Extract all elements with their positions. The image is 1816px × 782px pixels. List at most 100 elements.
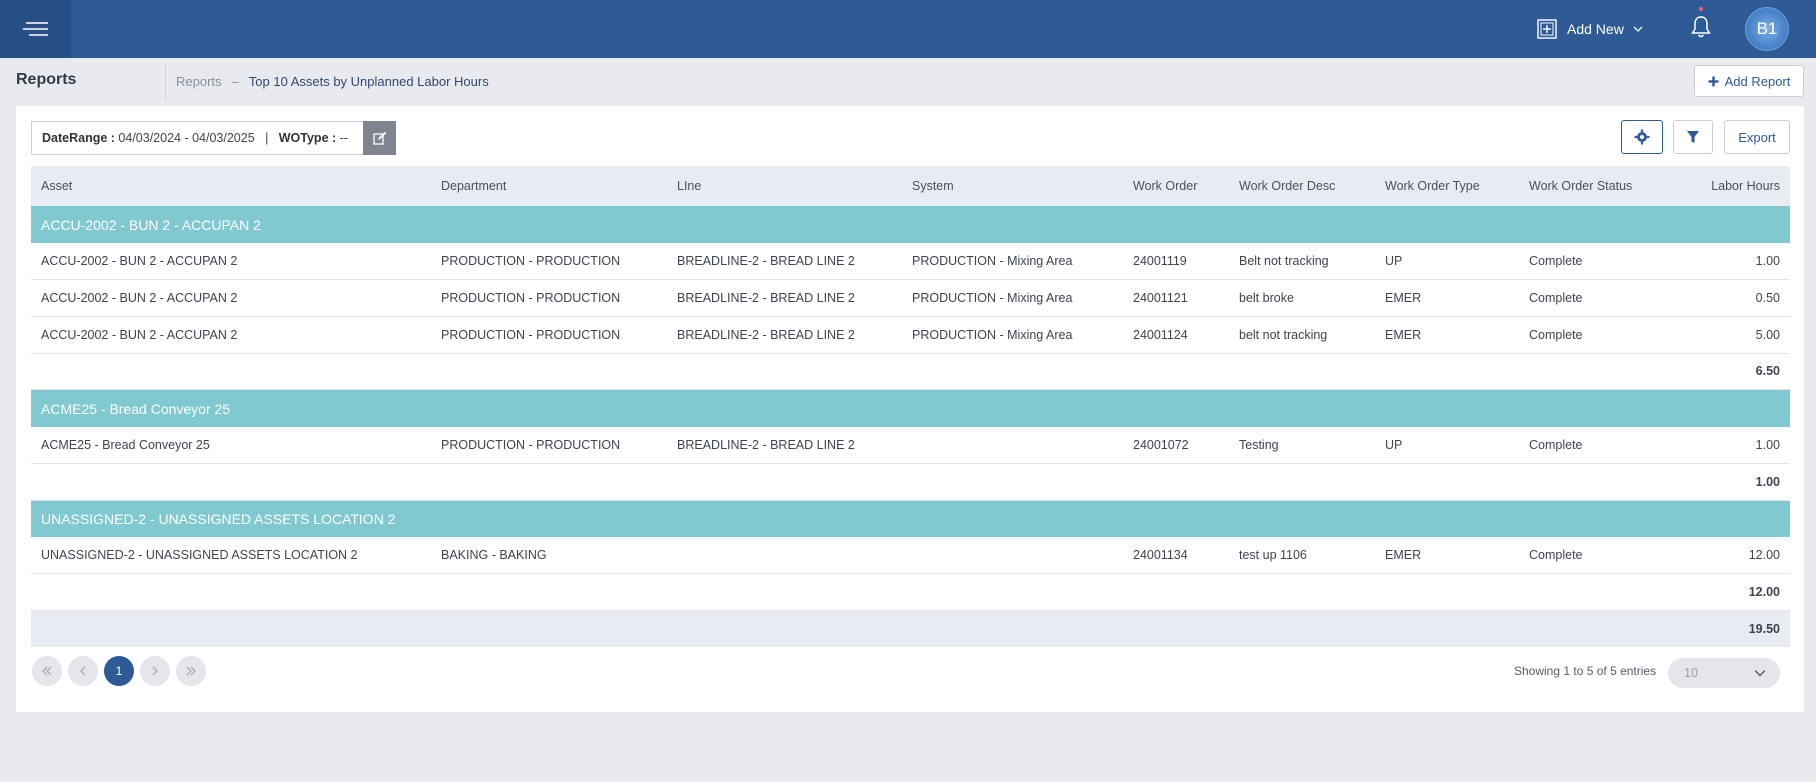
cell-asset: ACME25 - Bread Conveyor 25 xyxy=(31,426,431,464)
cell-department: PRODUCTION - PRODUCTION xyxy=(431,316,667,354)
grand-total-row: 19.50 xyxy=(31,610,1790,647)
subtotal-value: 12.00 xyxy=(1687,573,1790,611)
cell-line: BREADLINE-2 - BREAD LINE 2 xyxy=(667,426,902,464)
cell-line: BREADLINE-2 - BREAD LINE 2 xyxy=(667,316,902,354)
hamburger-icon xyxy=(22,22,48,36)
grand-total-value: 19.50 xyxy=(1687,610,1790,647)
cell-labor-hours: 12.00 xyxy=(1687,537,1790,575)
cell-line: BREADLINE-2 - BREAD LINE 2 xyxy=(667,279,902,317)
last-page-button[interactable] xyxy=(176,656,206,686)
column-header[interactable]: System xyxy=(902,166,1123,206)
cell-department: BAKING - BAKING xyxy=(431,537,667,575)
table-row: ACCU-2002 - BUN 2 - ACCUPAN 2 PRODUCTION… xyxy=(31,316,1790,354)
column-header[interactable]: Asset xyxy=(31,166,431,206)
date-range-value: 04/03/2024 - 04/03/2025 xyxy=(118,131,255,145)
avatar[interactable]: B1 xyxy=(1745,7,1789,51)
cell-asset: ACCU-2002 - BUN 2 - ACCUPAN 2 xyxy=(31,316,431,354)
add-box-icon xyxy=(1537,19,1557,39)
cell-system: PRODUCTION - Mixing Area xyxy=(902,316,1123,354)
group-row: UNASSIGNED-2 - UNASSIGNED ASSETS LOCATIO… xyxy=(31,500,1790,538)
table-row: ACCU-2002 - BUN 2 - ACCUPAN 2 PRODUCTION… xyxy=(31,243,1790,281)
chevron-down-icon xyxy=(1754,670,1766,677)
cell-asset: UNASSIGNED-2 - UNASSIGNED ASSETS LOCATIO… xyxy=(31,537,431,575)
group-row: ACCU-2002 - BUN 2 - ACCUPAN 2 xyxy=(31,206,1790,243)
column-header[interactable]: Labor Hours xyxy=(1687,166,1790,206)
cell-wo-desc: test up 1106 xyxy=(1229,537,1375,575)
cell-asset: ACCU-2002 - BUN 2 - ACCUPAN 2 xyxy=(31,243,431,281)
filter-summary: DateRange : 04/03/2024 - 04/03/2025 | WO… xyxy=(31,121,396,155)
breadcrumb: Reports – Top 10 Assets by Unplanned Lab… xyxy=(176,74,489,89)
double-chevron-right-icon xyxy=(186,666,196,676)
report-card: DateRange : 04/03/2024 - 04/03/2025 | WO… xyxy=(16,106,1804,712)
chevron-right-icon xyxy=(152,666,158,676)
breadcrumb-reports-link[interactable]: Reports xyxy=(176,74,222,89)
page-number-button[interactable]: 1 xyxy=(104,656,134,686)
hamburger-menu-button[interactable] xyxy=(0,0,71,58)
cell-labor-hours: 0.50 xyxy=(1687,279,1790,317)
subtotal-row: 6.50 xyxy=(31,353,1790,391)
cell-wo-type: EMER xyxy=(1375,316,1519,354)
filter-separator: | xyxy=(265,131,269,145)
wo-type-value: -- xyxy=(339,131,348,145)
bell-icon[interactable] xyxy=(1689,14,1713,40)
column-header[interactable]: LIne xyxy=(667,166,902,206)
cell-labor-hours: 5.00 xyxy=(1687,316,1790,354)
cell-wo-type: UP xyxy=(1375,243,1519,281)
entries-summary: Showing 1 to 5 of 5 entries xyxy=(1514,664,1657,678)
cell-department: PRODUCTION - PRODUCTION xyxy=(431,279,667,317)
group-label: ACCU-2002 - BUN 2 - ACCUPAN 2 xyxy=(31,206,1790,243)
filter-button[interactable] xyxy=(1673,120,1713,154)
page-size-select[interactable]: 10 xyxy=(1668,658,1780,688)
cell-labor-hours: 1.00 xyxy=(1687,243,1790,281)
cell-work-order: 24001134 xyxy=(1123,537,1229,575)
edit-filter-button[interactable] xyxy=(363,121,396,155)
table-row: ACME25 - Bread Conveyor 25 PRODUCTION - … xyxy=(31,426,1790,464)
table-row: UNASSIGNED-2 - UNASSIGNED ASSETS LOCATIO… xyxy=(31,537,1790,575)
cell-work-order: 24001121 xyxy=(1123,279,1229,317)
column-header[interactable]: Department xyxy=(431,166,667,206)
cell-wo-desc: Belt not tracking xyxy=(1229,243,1375,281)
cell-department: PRODUCTION - PRODUCTION xyxy=(431,243,667,281)
cell-system xyxy=(902,426,1123,464)
first-page-button[interactable] xyxy=(32,656,62,686)
funnel-icon xyxy=(1687,131,1699,143)
cell-system: PRODUCTION - Mixing Area xyxy=(902,243,1123,281)
cell-labor-hours: 1.00 xyxy=(1687,426,1790,464)
wo-type-label: WOType : xyxy=(278,131,337,145)
settings-button[interactable] xyxy=(1621,120,1663,154)
export-button[interactable]: Export xyxy=(1724,120,1790,154)
table-row: ACCU-2002 - BUN 2 - ACCUPAN 2 PRODUCTION… xyxy=(31,279,1790,317)
breadcrumb-current: Top 10 Assets by Unplanned Labor Hours xyxy=(248,74,489,89)
add-report-button[interactable]: Add Report xyxy=(1694,65,1804,97)
cell-work-order: 24001124 xyxy=(1123,316,1229,354)
column-header[interactable]: Work Order Type xyxy=(1375,166,1519,206)
column-header[interactable]: Work Order Desc xyxy=(1229,166,1375,206)
add-new-button[interactable]: Add New xyxy=(1537,16,1644,42)
breadcrumb-separator: – xyxy=(231,74,239,89)
page-title: Reports xyxy=(16,71,77,88)
chevron-left-icon xyxy=(80,666,86,676)
cell-line: BREADLINE-2 - BREAD LINE 2 xyxy=(667,243,902,281)
group-label: ACME25 - Bread Conveyor 25 xyxy=(31,389,1790,427)
cell-asset: ACCU-2002 - BUN 2 - ACCUPAN 2 xyxy=(31,279,431,317)
page-size-value: 10 xyxy=(1684,666,1698,680)
pagination: 1 xyxy=(32,656,206,686)
cell-wo-desc: belt broke xyxy=(1229,279,1375,317)
add-new-label: Add New xyxy=(1567,21,1624,37)
prev-page-button[interactable] xyxy=(68,656,98,686)
cell-system: PRODUCTION - Mixing Area xyxy=(902,279,1123,317)
column-header[interactable]: Work Order xyxy=(1123,166,1229,206)
cell-wo-status: Complete xyxy=(1519,316,1687,354)
cell-wo-type: EMER xyxy=(1375,537,1519,575)
column-header[interactable]: Work Order Status xyxy=(1519,166,1687,206)
group-row: ACME25 - Bread Conveyor 25 xyxy=(31,389,1790,427)
subtotal-row: 1.00 xyxy=(31,463,1790,501)
cell-wo-status: Complete xyxy=(1519,279,1687,317)
cell-wo-desc: Testing xyxy=(1229,426,1375,464)
cell-wo-status: Complete xyxy=(1519,243,1687,281)
report-table: Asset Department LIne System Work Order … xyxy=(31,166,1790,647)
gear-icon xyxy=(1634,129,1650,145)
table-header-row: Asset Department LIne System Work Order … xyxy=(31,166,1790,206)
cell-wo-type: EMER xyxy=(1375,279,1519,317)
next-page-button[interactable] xyxy=(140,656,170,686)
